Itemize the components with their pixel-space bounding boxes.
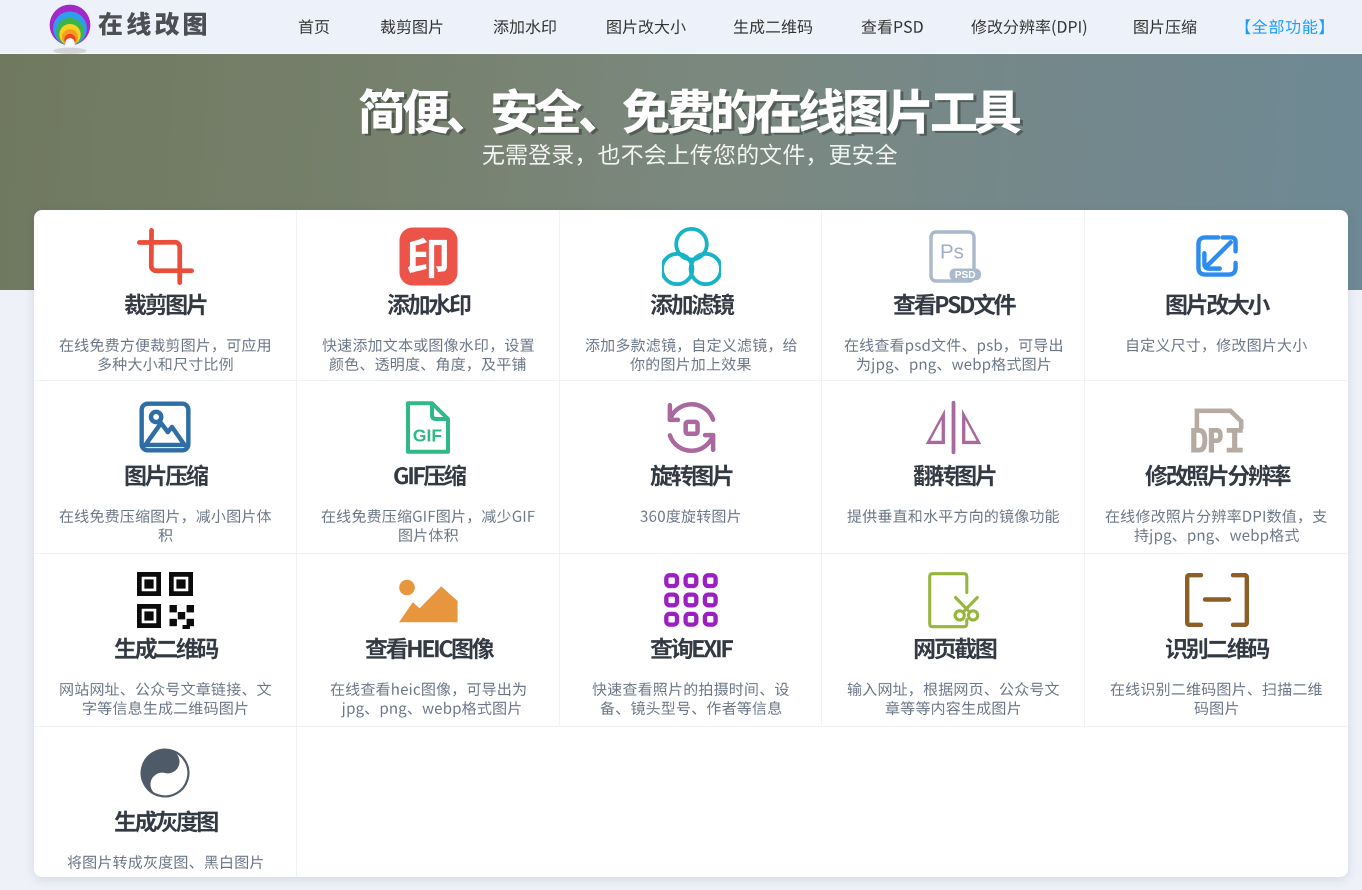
svg-text:PSD: PSD <box>955 269 976 280</box>
svg-text:GIF: GIF <box>413 425 442 445</box>
svg-text:Ps: Ps <box>940 240 964 263</box>
